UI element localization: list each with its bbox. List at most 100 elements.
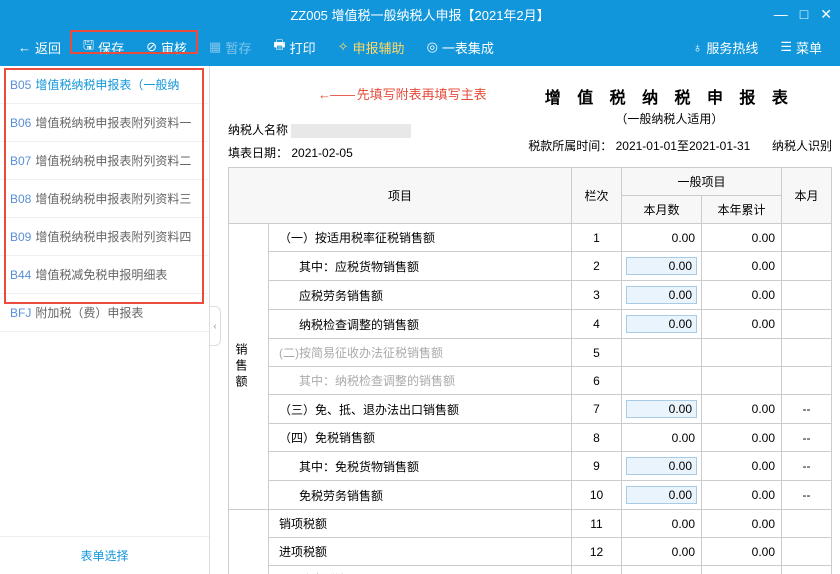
th-year: 本年累计	[702, 196, 782, 224]
month-input[interactable]	[626, 457, 697, 475]
sidebar-item-B06[interactable]: B06增值税纳税申报表附列资料一	[0, 104, 209, 142]
month-value: 0.00	[622, 566, 702, 574]
taxpayer-id-label: 纳税人识别	[772, 137, 832, 154]
sidebar-item-label: 增值税纳税申报表附列资料三	[35, 192, 191, 206]
sidebar-item-code: B07	[10, 154, 31, 168]
row-index: 13	[572, 566, 622, 574]
hotline-button[interactable]: ♁ 服务热线	[685, 34, 767, 61]
sidebar-item-B09[interactable]: B09增值税纳税申报表附列资料四	[0, 218, 209, 256]
row-label: 免税劳务销售额	[269, 481, 572, 510]
month-input[interactable]	[626, 257, 697, 275]
menu-button[interactable]: ☰ 菜单	[772, 34, 830, 61]
year-value: 0.00	[702, 310, 782, 339]
year-value: 0.00	[702, 395, 782, 424]
row-label: 其中：应税货物销售额	[269, 252, 572, 281]
table-row: 纳税检查调整的销售额40.00	[229, 310, 832, 339]
sidebar-item-label: 增值税纳税申报表附列资料二	[35, 154, 191, 168]
table-row: 上期留抵税额130.000.00	[229, 566, 832, 574]
row-index: 3	[572, 281, 622, 310]
annotation-note: 先填写附表再填写主表	[318, 84, 487, 103]
save-button[interactable]: 🖫 保存	[75, 32, 132, 62]
extra-col: --	[782, 395, 832, 424]
row-label: 其中：纳税检查调整的销售额	[269, 367, 572, 395]
sidebar-item-label: 增值税纳税申报表附列资料四	[35, 230, 191, 244]
audit-button[interactable]: ⊘ 审核	[138, 34, 195, 61]
month-input[interactable]	[626, 486, 697, 504]
extra-col	[782, 224, 832, 252]
assist-button[interactable]: ✧ 申报辅助	[330, 34, 413, 61]
extra-col	[782, 310, 832, 339]
row-label: 其中：免税货物销售额	[269, 452, 572, 481]
sidebar-item-BFJ[interactable]: BFJ附加税（费）申报表	[0, 294, 209, 332]
table-row: 其中：免税货物销售额90.00--	[229, 452, 832, 481]
year-value: 0.00	[702, 224, 782, 252]
month-input[interactable]	[626, 286, 697, 304]
row-label: 进项税额	[269, 538, 572, 566]
extra-col	[782, 281, 832, 310]
pause-icon: ▦	[209, 39, 221, 55]
month-value: 0.00	[622, 424, 702, 452]
month-value: 0.00	[622, 538, 702, 566]
table-row: （四）免税销售额80.000.00--	[229, 424, 832, 452]
form-select-button[interactable]: 表单选择	[0, 536, 209, 574]
taxpayer-name-value	[291, 124, 411, 138]
year-value: 0.00	[702, 281, 782, 310]
table-row: 应税劳务销售额30.00	[229, 281, 832, 310]
sidebar-item-B44[interactable]: B44增值税减免税申报明细表	[0, 256, 209, 294]
table-row: 免税劳务销售额10 0.00--	[229, 481, 832, 510]
row-label: （三）免、抵、退办法出口销售额	[269, 395, 572, 424]
back-icon: ←	[18, 40, 31, 55]
row-index: 8	[572, 424, 622, 452]
temp-button[interactable]: ▦ 暂存	[201, 34, 259, 61]
extra-col: --	[782, 424, 832, 452]
back-button[interactable]: ← 返回	[10, 34, 69, 61]
integrate-button[interactable]: ◎ 一表集成	[419, 34, 502, 61]
year-value: 0.00	[702, 566, 782, 574]
minimize-button[interactable]: —	[774, 6, 788, 22]
sidebar-item-label: 增值税纳税申报表（一般纳	[35, 78, 179, 92]
row-index: 12	[572, 538, 622, 566]
row-label: （四）免税销售额	[269, 424, 572, 452]
sidebar-item-code: B08	[10, 192, 31, 206]
row-label: 上期留抵税额	[269, 566, 572, 574]
sidebar-item-code: B05	[10, 78, 31, 92]
row-label: 销项税额	[269, 510, 572, 538]
sidebar-item-code: B06	[10, 116, 31, 130]
save-icon: 🖫	[83, 36, 94, 58]
row-label: (二)按简易征收办法征税销售额	[269, 339, 572, 367]
extra-col	[782, 252, 832, 281]
section-label: 销售额	[229, 224, 269, 510]
sidebar-item-code: BFJ	[10, 306, 31, 320]
sidebar-item-B05[interactable]: B05 增值税纳税申报表（一般纳	[0, 66, 209, 104]
row-label: 纳税检查调整的销售额	[269, 310, 572, 339]
extra-col: --	[782, 481, 832, 510]
table-row: 其中：应税货物销售额20.00	[229, 252, 832, 281]
assist-icon: ✧	[338, 39, 349, 55]
table-row: 销售额（一）按适用税率征税销售额10.000.00	[229, 224, 832, 252]
year-value: 0.00	[702, 538, 782, 566]
close-button[interactable]: ✕	[820, 6, 832, 23]
doc-subtitle: （一般纳税人适用）	[507, 110, 832, 127]
row-index: 5	[572, 339, 622, 367]
extra-col: --	[782, 452, 832, 481]
month-value: 0.00	[622, 224, 702, 252]
year-value: 0.00	[702, 481, 782, 510]
toolbar: ← 返回 🖫 保存 ⊘ 审核 ▦ 暂存 🖶 打印 ✧ 申报辅助 ◎ 一表集成 ♁…	[0, 28, 840, 66]
sidebar-item-B08[interactable]: B08 增值税纳税申报表附列资料三	[0, 180, 209, 218]
month-input[interactable]	[626, 400, 697, 418]
row-index: 10	[572, 481, 622, 510]
table-row: （三）免、抵、退办法出口销售额70.00--	[229, 395, 832, 424]
collapse-sidebar-button[interactable]: ‹	[210, 306, 221, 346]
month-input[interactable]	[626, 315, 697, 333]
period-label: 税款所属时间：	[528, 139, 612, 153]
sidebar-item-code: B44	[10, 268, 31, 282]
sidebar-item-B07[interactable]: B07 增值税纳税申报表附列资料二	[0, 142, 209, 180]
year-value: 0.00	[702, 510, 782, 538]
window-title: ZZ005 增值税一般纳税人申报【2021年2月】	[290, 5, 549, 24]
print-icon: 🖶	[273, 36, 285, 58]
sidebar: B05 增值税纳税申报表（一般纳 B06增值税纳税申报表附列资料一 B07 增值税纳税申…	[0, 66, 210, 574]
print-button[interactable]: 🖶 打印	[265, 32, 323, 62]
maximize-button[interactable]: □	[800, 6, 808, 22]
fill-date-value: 2021-02-05	[291, 146, 352, 160]
extra-col	[782, 566, 832, 574]
